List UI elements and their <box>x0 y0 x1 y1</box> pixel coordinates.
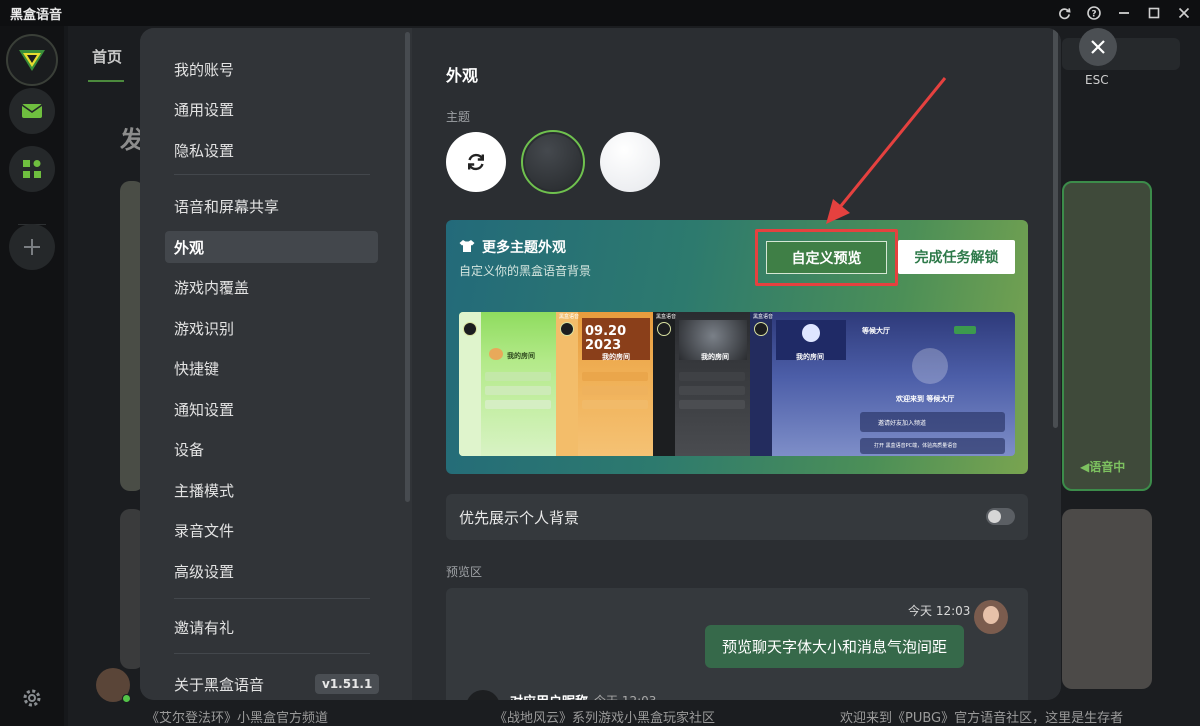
background-card[interactable] <box>1062 509 1152 689</box>
settings-gear-icon[interactable] <box>21 687 43 709</box>
nav-divider <box>174 653 370 654</box>
nav-divider <box>174 174 370 175</box>
title-bar: 黑盒语音 ? <box>0 0 1200 26</box>
mini-room-label: 我的房间 <box>602 353 630 361</box>
other-user-name: 对应用户昵称 <box>510 691 588 700</box>
other-message-time: 今天 12:03 <box>594 692 656 700</box>
mini-date-line1: 09.20 <box>585 324 627 339</box>
mini-welcome-text: 欢迎来到 等候大厅 <box>896 395 955 403</box>
other-user-avatar <box>466 690 500 700</box>
theme-preview-strip: 我的房间 黑盒语音 09.20 2023 我的房间 黑盒语音 我的房间 黑盒语音… <box>459 312 1015 456</box>
tab-home[interactable]: 首页 <box>92 46 122 67</box>
toggle-knob <box>988 510 1001 523</box>
mini-invite-text: 邀请好友加入频道 <box>878 420 927 427</box>
banner-subtitle: 自定义你的黑盒语音背景 <box>459 264 592 278</box>
mini-join-button <box>954 326 976 334</box>
mini-open-text: 打开 黑盒语音PC端，体验高质量语音 <box>874 443 958 449</box>
nav-hotkeys[interactable]: 快捷键 <box>165 352 378 384</box>
theme-preview-orange[interactable]: 黑盒语音 09.20 2023 我的房间 <box>556 312 653 456</box>
nav-appearance[interactable]: 外观 <box>165 231 378 263</box>
theme-label: 主题 <box>446 110 471 124</box>
nav-my-account[interactable]: 我的账号 <box>165 53 378 85</box>
nav-recordings[interactable]: 录音文件 <box>165 514 378 546</box>
moon-icon <box>802 324 820 342</box>
chat-bubble: 预览聊天字体大小和消息气泡间距 <box>705 625 964 668</box>
background-card[interactable] <box>1062 181 1152 491</box>
maximize-icon[interactable] <box>1146 5 1162 21</box>
channel-caption[interactable]: 欢迎来到《PUBG》官方语音社区，这里是生存者 <box>840 707 1123 726</box>
more-themes-banner: 更多主题外观 自定义你的黑盒语音背景 自定义预览 完成任务解锁 我的房间 黑盒语… <box>446 220 1028 474</box>
version-badge: v1.51.1 <box>315 674 380 694</box>
add-server-icon[interactable] <box>9 224 55 270</box>
theme-preview-green[interactable]: 我的房间 <box>459 312 556 456</box>
messages-icon[interactable] <box>9 88 55 134</box>
online-status-dot <box>122 694 131 703</box>
app-logo-icon[interactable] <box>6 34 58 86</box>
refresh-icon[interactable] <box>1056 5 1072 21</box>
personal-background-toggle[interactable] <box>986 508 1015 525</box>
mini-lobby-title: 等候大厅 <box>862 327 890 335</box>
nav-in-game-overlay[interactable]: 游戏内覆盖 <box>165 271 378 303</box>
custom-preview-button[interactable]: 自定义预览 <box>766 241 887 274</box>
mini-logo-icon <box>560 322 574 336</box>
nav-voice-screen-share[interactable]: 语音和屏幕共享 <box>165 190 378 222</box>
section-title: 外观 <box>446 66 479 85</box>
mini-room-label: 我的房间 <box>701 353 729 361</box>
app-title: 黑盒语音 <box>10 7 63 23</box>
apps-icon[interactable] <box>9 146 55 192</box>
mini-date-line2: 2023 <box>585 338 622 353</box>
theme-option-light[interactable] <box>600 132 660 192</box>
theme-option-dark[interactable] <box>521 130 585 194</box>
settings-modal: 我的账号 通用设置 隐私设置 语音和屏幕共享 外观 游戏内覆盖 游戏识别 快捷键… <box>140 28 1061 700</box>
nav-game-detection[interactable]: 游戏识别 <box>165 312 378 344</box>
chat-preview-area: 今天 12:03 预览聊天字体大小和消息气泡间距 对应用户昵称 今天 12:03 <box>446 588 1028 700</box>
server-rail <box>0 26 64 726</box>
speaker-circle-icon <box>912 348 948 384</box>
tab-indicator <box>88 80 124 82</box>
esc-label: ESC <box>1085 73 1109 87</box>
mini-logo-icon <box>657 322 671 336</box>
svg-text:?: ? <box>1091 10 1096 20</box>
settings-sidebar: 我的账号 通用设置 隐私设置 语音和屏幕共享 外观 游戏内覆盖 游戏识别 快捷键… <box>140 28 412 700</box>
nav-privacy-settings[interactable]: 隐私设置 <box>165 134 378 166</box>
preview-area-label: 预览区 <box>446 565 483 579</box>
personal-background-label: 优先展示个人背景 <box>459 509 580 527</box>
minimize-icon[interactable] <box>1116 5 1132 21</box>
nav-advanced-settings[interactable]: 高级设置 <box>165 555 378 587</box>
sidebar-scrollbar[interactable] <box>405 32 410 502</box>
tshirt-icon <box>459 240 475 252</box>
my-avatar <box>974 600 1008 634</box>
appearance-panel: 外观 主题 更多主题外观 自定义你的黑盒语音背景 自定义预览 完成任务解锁 我的… <box>412 28 1061 700</box>
nav-general-settings[interactable]: 通用设置 <box>165 93 378 125</box>
nav-invite-rewards[interactable]: 邀请有礼 <box>165 611 378 643</box>
banner-title: 更多主题外观 <box>482 240 566 256</box>
channel-caption[interactable]: 《战地风云》系列游戏小黑盒玩家社区 <box>494 707 715 726</box>
nav-divider <box>174 598 370 599</box>
mini-room-label: 我的房间 <box>796 353 824 361</box>
window-controls: ? <box>1056 0 1192 26</box>
theme-preview-night[interactable]: 黑盒语音 我的房间 等候大厅 欢迎来到 等候大厅 邀请好友加入频道 打开 黑盒语… <box>750 312 1015 456</box>
channel-caption[interactable]: 《艾尔登法环》小黑盒官方频道 <box>146 707 328 726</box>
sync-icon <box>468 153 484 171</box>
nav-notification-settings[interactable]: 通知设置 <box>165 393 378 425</box>
theme-option-system[interactable] <box>446 132 506 192</box>
voice-active-badge: ◀语音中 <box>1080 460 1126 474</box>
message-time: 今天 12:03 <box>908 604 971 618</box>
speaker-icon: ◀ <box>1080 460 1090 474</box>
close-icon[interactable] <box>1176 5 1192 21</box>
dark-swatch <box>525 134 581 190</box>
nav-streamer-mode[interactable]: 主播模式 <box>165 474 378 506</box>
content-scrollbar[interactable] <box>1053 28 1058 428</box>
nav-devices[interactable]: 设备 <box>165 433 378 465</box>
mini-logo-icon <box>754 322 768 336</box>
dog-icon <box>489 348 503 360</box>
theme-preview-dark[interactable]: 黑盒语音 我的房间 <box>653 312 750 456</box>
help-icon[interactable]: ? <box>1086 5 1102 21</box>
complete-task-unlock-button[interactable]: 完成任务解锁 <box>898 240 1015 274</box>
esc-close-button[interactable] <box>1079 28 1117 66</box>
personal-background-setting: 优先展示个人背景 <box>446 494 1028 540</box>
mini-room-label: 我的房间 <box>507 352 535 360</box>
mini-logo-icon <box>463 322 477 336</box>
